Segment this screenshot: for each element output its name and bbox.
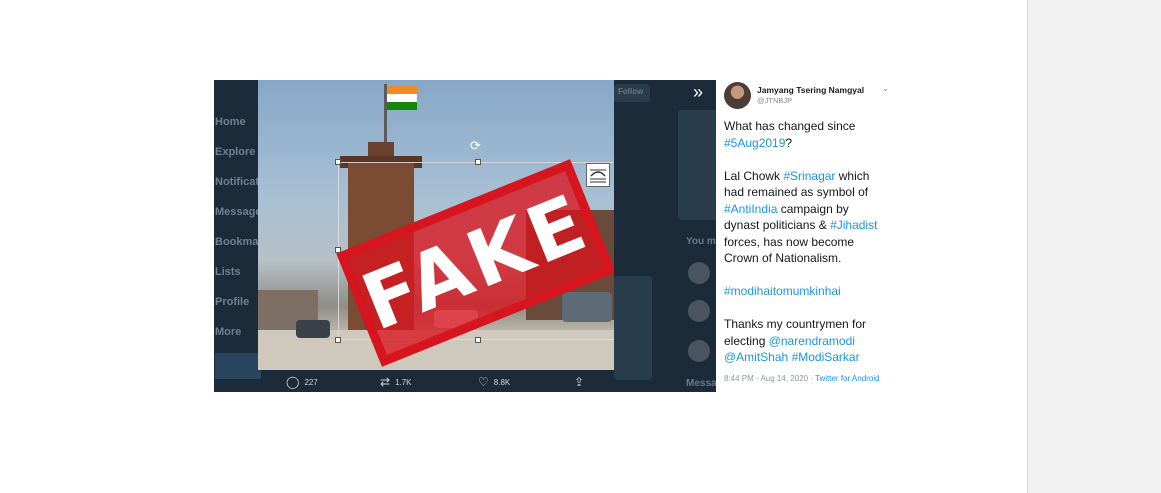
tweet-text-segment: ? [785,135,793,150]
reply-icon: ◯ [286,375,300,389]
tweet-line: dynast politicians & #Jihadist [724,217,892,234]
tweet-text-segment: campaign by [777,201,849,216]
tweet-line: @AmitShah #ModiSarkar [724,349,892,366]
author-handle[interactable]: @JTNBJP [757,96,792,105]
bg-tweet-button [215,353,261,379]
tweet-link[interactable]: #ModiSarkar [792,350,860,364]
resize-handle[interactable] [475,159,481,165]
bg-nav-notifications: Notificati [215,176,263,188]
retweet-icon: ⇄ [380,375,391,389]
bg-media-card [678,110,716,220]
line-break [724,300,892,317]
tweet-line: What has changed since [724,118,892,135]
resize-handle[interactable] [335,159,341,165]
bg-follow-label: Follow [618,87,644,96]
tweet-link[interactable]: @narendramodi [769,334,855,348]
tweet-timestamp[interactable]: 8:44 PM · Aug 14, 2020 · [724,374,815,383]
tweet-line: electing @narendramodi [724,333,892,350]
avatar[interactable] [724,82,751,109]
tweet-link[interactable]: #Jihadist [830,218,877,232]
tweet-client[interactable]: Twitter for Android [815,374,879,383]
tweet-line: #modihaitomumkinhai [724,283,892,300]
tweet-text-segment: dynast politicians & [724,218,831,232]
chevron-down-icon[interactable]: ⌄ [882,84,889,93]
tweet-line: had remained as symbol of [724,184,892,201]
line-break [724,151,892,168]
tweet-text-segment: had remained as symbol of [724,185,869,199]
fact-check-photo[interactable]: ⟳ FAKE [258,80,614,370]
tweet-link[interactable]: #Srinagar [783,169,835,183]
tweet-text-segment: Crown of Nationalism. [724,251,842,265]
like-count: 8.8K [493,377,511,387]
tweet-media-viewer: Home Explore Notificati Messages Bookmar… [214,80,716,392]
tweet-line: Lal Chowk #Srinagar which [724,168,892,185]
bg-you-might-like: You m [686,236,716,247]
share-action[interactable]: ⇪ [574,376,584,388]
tweet-text-segment: Lal Chowk [724,168,784,183]
tweet-line: #AntiIndia campaign by [724,201,892,218]
tweet-text-segment: What has changed since [724,119,856,133]
tweet-meta: 8:44 PM · Aug 14, 2020 · Twitter for And… [724,374,894,383]
bg-nav-lists: Lists [215,266,241,278]
tweet-media-actions: ◯ 227 ⇄ 1.7K ♡ 8.8K ⇪ [284,376,594,390]
tweet-text: What has changed since #5Aug2019? Lal Chow… [724,118,892,366]
like-action[interactable]: ♡ 8.8K [478,376,510,388]
tweet-link[interactable]: #5Aug2019 [724,136,785,150]
expand-icon[interactable]: » [693,82,703,103]
tweet-line: forces, has now become [724,234,892,251]
reply-action[interactable]: ◯ 227 [286,376,318,388]
like-icon: ♡ [478,375,489,389]
tweet-text-segment: electing [724,333,769,348]
bg-nav-more: More [215,326,242,338]
reply-count: 227 [304,377,318,387]
resize-handle[interactable] [335,337,341,343]
tweet-text-segment: which [835,168,870,183]
bg-trend-card [614,276,652,380]
tweet-text-segment: Thanks my countrymen for [724,317,867,331]
bg-nav-home: Home [215,116,246,128]
background-sidebar: Follow You m Messa [614,80,716,392]
indian-flag [387,86,417,110]
bg-avatar [688,262,710,284]
tweet-text-segment: forces, has now become [724,234,855,249]
rotate-icon[interactable]: ⟳ [470,138,481,154]
share-icon: ⇪ [574,375,585,389]
layout-options-icon[interactable] [586,163,610,187]
bg-avatar [688,340,710,362]
bg-messages-label: Messa [686,378,716,389]
tweet-line: Thanks my countrymen for [724,316,892,333]
line-break [724,267,892,284]
resize-handle[interactable] [475,337,481,343]
bg-avatar [688,300,710,322]
tweet-line: #5Aug2019? [724,135,892,152]
bg-nav-profile: Profile [215,296,250,308]
tweet-link[interactable]: #AntiIndia [724,202,777,216]
retweet-count: 1.7K [395,377,412,387]
author-name[interactable]: Jamyang Tsering Namgyal [757,85,864,95]
bg-nav-explore: Explore [215,146,256,158]
tweet-line: Crown of Nationalism. [724,250,892,267]
retweet-action[interactable]: ⇄ 1.7K [380,376,412,388]
vehicle [296,320,330,338]
tweet-link[interactable]: @AmitShah [724,350,788,364]
tweet-link[interactable]: #modihaitomumkinhai [724,284,841,298]
document-side-panel [1027,0,1161,493]
